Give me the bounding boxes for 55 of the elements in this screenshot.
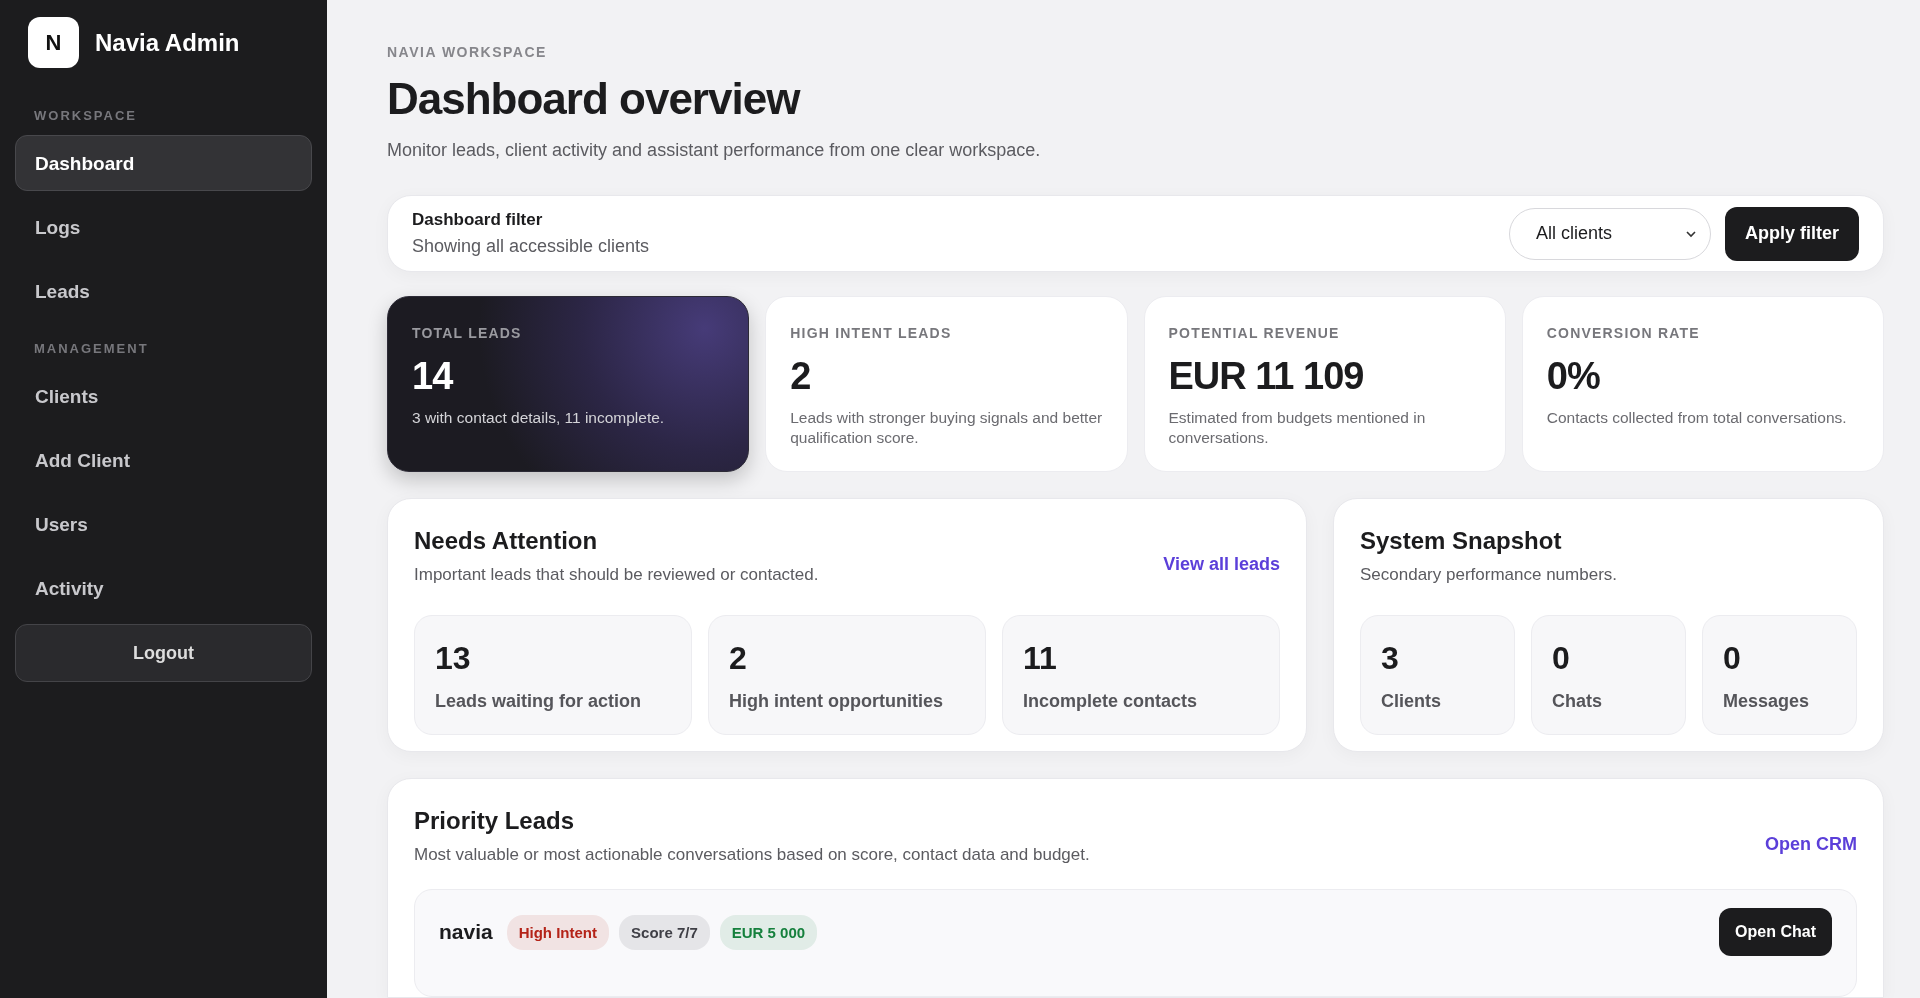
sidebar-item[interactable]: Add Client (15, 432, 312, 488)
lead-tag: High Intent (506, 914, 610, 950)
logo: N (28, 17, 79, 68)
metric-value: 0 (1552, 640, 1571, 677)
stat-note: Contacts collected from total conversations. (1546, 408, 1848, 428)
metric-value: 13 (435, 640, 472, 677)
metric-label: Incomplete contacts (1023, 691, 1199, 712)
sidebar-item[interactable]: Leads (15, 263, 312, 319)
apply-filter-button[interactable]: Apply filter (1725, 206, 1859, 261)
metric-label: Chats (1552, 691, 1603, 712)
metric-label: Leads waiting for action (435, 691, 643, 712)
stat-value: 14 (412, 355, 455, 398)
stat-label: TOTAL LEADS (412, 325, 523, 341)
sidebar-item[interactable]: Clients (15, 368, 312, 424)
eyebrow: NAVIA WORKSPACE (387, 44, 548, 60)
lead-tag: EUR 5 000 (719, 914, 818, 950)
panel-title: Priority Leads (414, 807, 576, 835)
panel-subtitle: Secondary performance numbers. (1360, 565, 1618, 585)
stat-value: EUR 11 109 (1168, 355, 1365, 398)
stat-label: HIGH INTENT LEADS (790, 325, 953, 341)
brand-name: Navia Admin (95, 28, 240, 57)
stat-value: 0% (1546, 355, 1601, 398)
filter-subtitle: Showing all accessible clients (412, 236, 650, 257)
open-chat-button[interactable]: Open Chat (1719, 908, 1832, 956)
filter-title: Dashboard filter (412, 210, 544, 230)
stat-note: 3 with contact details, 11 incomplete. (412, 408, 666, 428)
logout-button[interactable]: Logout (15, 624, 312, 682)
panel-title: System Snapshot (1360, 527, 1563, 555)
section-title: MANAGEMENT (33, 341, 150, 356)
view-all-link[interactable]: View all leads (1163, 554, 1280, 575)
panel-subtitle: Most valuable or most actionable conversations based on score, contact data and budget. (414, 845, 1090, 865)
stat-label: POTENTIAL REVENUE (1168, 325, 1341, 341)
stat-note: Leads with stronger buying signals and better qualification score. (790, 408, 1103, 448)
sidebar-item[interactable]: Dashboard (15, 135, 312, 191)
panel-subtitle: Important leads that should be reviewed or contacted. (414, 565, 819, 585)
section-title: WORKSPACE (33, 108, 138, 123)
sidebar-item[interactable]: Logs (15, 199, 312, 255)
lead-name: navia (439, 920, 493, 944)
metric-value: 2 (729, 640, 748, 677)
open-crm-link[interactable]: Open CRM (1765, 834, 1857, 855)
sidebar-item[interactable]: Activity (15, 560, 312, 616)
sidebar-item[interactable]: Users (15, 496, 312, 552)
metric-label: Messages (1723, 691, 1811, 712)
metric-value: 3 (1381, 640, 1400, 677)
stat-label: CONVERSION RATE (1546, 325, 1701, 341)
panel-title: Needs Attention (414, 527, 599, 555)
metric-label: Clients (1381, 691, 1442, 712)
page-title: Dashboard overview (387, 74, 802, 124)
metric-value: 11 (1023, 640, 1058, 677)
page-subtitle: Monitor leads, client activity and assistant performance from one clear workspace. (387, 140, 1042, 161)
metric-label: High intent opportunities (729, 691, 944, 712)
stat-note: Estimated from budgets mentioned in conversations. (1168, 408, 1427, 448)
stat-value: 2 (790, 355, 812, 398)
lead-tag: Score 7/7 (619, 914, 710, 950)
metric-value: 0 (1723, 640, 1742, 677)
